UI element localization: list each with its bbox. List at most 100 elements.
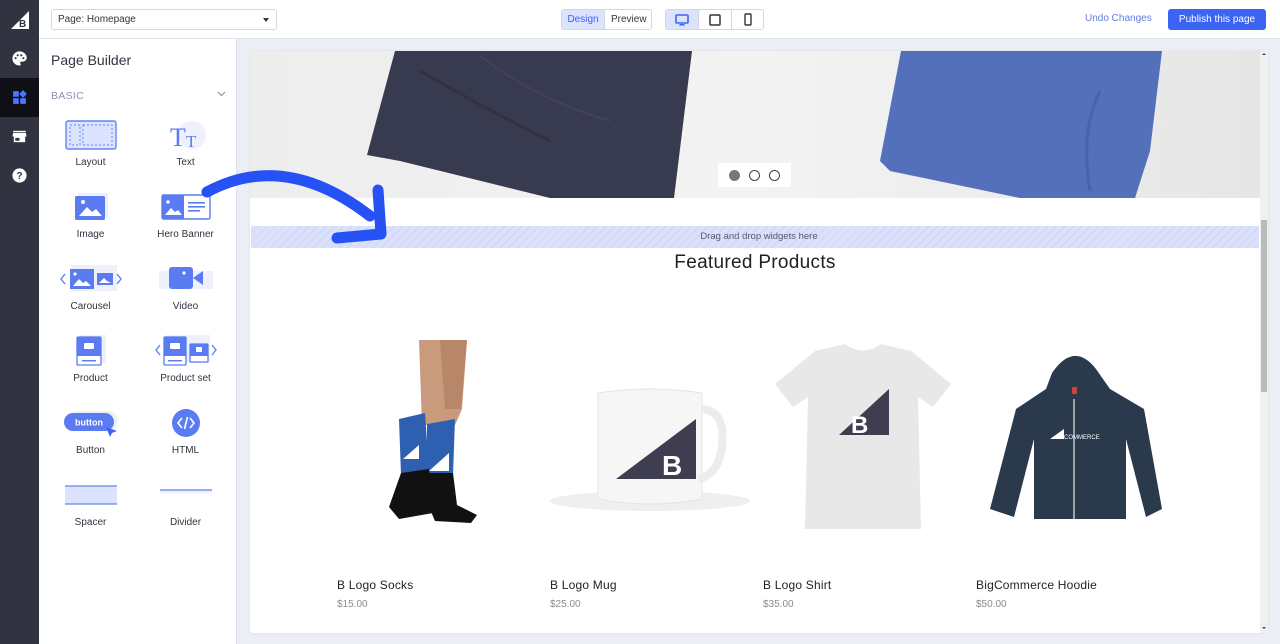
widget-label: Image — [76, 229, 105, 240]
dropzone-label: Drag and drop widgets here — [700, 231, 818, 242]
product-set-icon — [154, 335, 217, 366]
svg-text:COMMERCE: COMMERCE — [1064, 435, 1100, 441]
top-bar: Page: Homepage Design Preview Undo Chang… — [39, 0, 1280, 39]
widget-label: Product — [73, 373, 108, 384]
rail-item-page-builder[interactable] — [0, 78, 39, 117]
hero-carousel[interactable] — [250, 51, 1260, 198]
device-tablet-button[interactable] — [699, 10, 732, 29]
product-image-hoodie: COMMERCE — [990, 355, 1162, 519]
widget-product-set[interactable]: Product set — [138, 332, 233, 404]
product-icon — [75, 335, 106, 366]
svg-text:T: T — [170, 123, 186, 152]
page-canvas: Drag and drop widgets here Featured Prod… — [250, 51, 1268, 633]
product-name[interactable]: B Logo Socks — [337, 578, 413, 592]
widget-label: Product set — [160, 373, 211, 384]
svg-text:button: button — [75, 418, 103, 428]
widget-divider[interactable]: Divider — [138, 476, 233, 548]
page-select[interactable]: Page: Homepage — [51, 9, 277, 30]
widget-product[interactable]: Product — [43, 332, 138, 404]
rail-item-store[interactable] — [0, 117, 39, 156]
mobile-icon — [743, 13, 752, 26]
carousel-dot-3[interactable] — [769, 169, 781, 181]
carousel-pagination — [718, 163, 791, 187]
featured-products-heading: Featured Products — [674, 252, 836, 273]
widget-hero-banner[interactable]: Hero Banner — [138, 188, 233, 260]
chevron-down-icon[interactable] — [217, 91, 226, 97]
widget-video[interactable]: Video — [138, 260, 233, 332]
device-desktop-button[interactable] — [666, 10, 699, 29]
device-toggle — [665, 9, 764, 30]
publish-button[interactable]: Publish this page — [1168, 9, 1266, 30]
tab-design[interactable]: Design — [562, 10, 605, 29]
tablet-icon — [709, 13, 721, 26]
rail-item-help[interactable]: ? — [0, 156, 39, 195]
widget-label: Divider — [169, 517, 202, 528]
bigcommerce-logo[interactable]: B — [0, 0, 39, 39]
scroll-up-arrow-icon[interactable] — [1262, 53, 1266, 55]
widget-label: Text — [176, 157, 195, 168]
widget-label: Video — [172, 301, 199, 312]
palette-icon — [12, 51, 27, 66]
canvas-scrollbar[interactable] — [1260, 51, 1268, 633]
widget-spacer[interactable]: Spacer — [43, 476, 138, 548]
divider-icon — [159, 489, 212, 493]
product-card[interactable]: B B Logo Shirt $35.00 — [763, 329, 963, 619]
scrollbar-thumb[interactable] — [1261, 220, 1267, 392]
product-price: $15.00 — [337, 599, 368, 610]
widgets-icon — [13, 90, 27, 104]
storefront-icon — [12, 130, 27, 143]
html-icon — [171, 409, 200, 437]
widget-label: Hero Banner — [157, 229, 214, 240]
carousel-dot-1[interactable] — [728, 169, 740, 181]
tab-preview[interactable]: Preview — [605, 10, 651, 29]
product-card[interactable]: B B Logo Mug $25.00 — [550, 329, 750, 619]
svg-text:?: ? — [16, 171, 22, 182]
button-icon: button — [63, 411, 118, 437]
product-name[interactable]: B Logo Mug — [550, 578, 617, 592]
widget-text[interactable]: TT Text — [138, 116, 233, 188]
product-card[interactable]: B Logo Socks $15.00 — [337, 329, 537, 619]
product-image-shirt: B — [775, 344, 951, 529]
image-icon — [74, 193, 108, 220]
widget-label: Layout — [75, 157, 106, 168]
product-name[interactable]: BigCommerce Hoodie — [976, 578, 1097, 592]
section-basic-header[interactable]: BASIC — [51, 90, 84, 102]
product-price: $50.00 — [976, 599, 1007, 610]
widget-label: Button — [76, 445, 105, 456]
carousel-dot-2[interactable] — [748, 169, 760, 181]
text-icon: TT — [170, 121, 206, 152]
help-icon: ? — [12, 168, 27, 183]
scroll-down-arrow-icon[interactable] — [1262, 627, 1266, 629]
widget-layout[interactable]: Layout — [43, 116, 138, 188]
widget-label: Spacer — [74, 517, 107, 528]
video-icon — [158, 267, 213, 289]
app-rail: B ? — [0, 0, 39, 644]
caret-down-icon — [263, 18, 269, 22]
widget-button[interactable]: button Button — [43, 404, 138, 476]
svg-text:T: T — [186, 132, 197, 151]
svg-text:B: B — [662, 450, 682, 481]
page-builder-panel: Page Builder BASIC Layout TT Text Image … — [39, 39, 237, 644]
widget-image[interactable]: Image — [43, 188, 138, 260]
mode-toggle: Design Preview — [561, 9, 652, 30]
product-name[interactable]: B Logo Shirt — [763, 578, 831, 592]
widget-dropzone[interactable]: Drag and drop widgets here — [251, 226, 1259, 248]
product-image-socks — [389, 340, 477, 523]
product-card[interactable]: COMMERCE BigCommerce Hoodie $50.00 — [976, 329, 1176, 619]
widget-carousel[interactable]: Carousel — [43, 260, 138, 332]
spacer-icon — [64, 485, 117, 505]
product-price: $25.00 — [550, 599, 581, 610]
rail-item-theme-styles[interactable] — [0, 39, 39, 78]
product-price: $35.00 — [763, 599, 794, 610]
svg-text:B: B — [19, 19, 26, 30]
widget-html[interactable]: HTML — [138, 404, 233, 476]
svg-text:B: B — [851, 412, 868, 439]
bigcommerce-logo-icon: B — [10, 10, 29, 30]
panel-title: Page Builder — [51, 52, 132, 68]
product-image-mug: B — [550, 388, 750, 511]
page-select-value: Page: Homepage — [58, 14, 136, 25]
widget-label: Carousel — [70, 301, 111, 312]
layout-icon — [64, 120, 117, 150]
device-mobile-button[interactable] — [732, 10, 763, 29]
undo-changes-link[interactable]: Undo Changes — [1085, 13, 1152, 24]
